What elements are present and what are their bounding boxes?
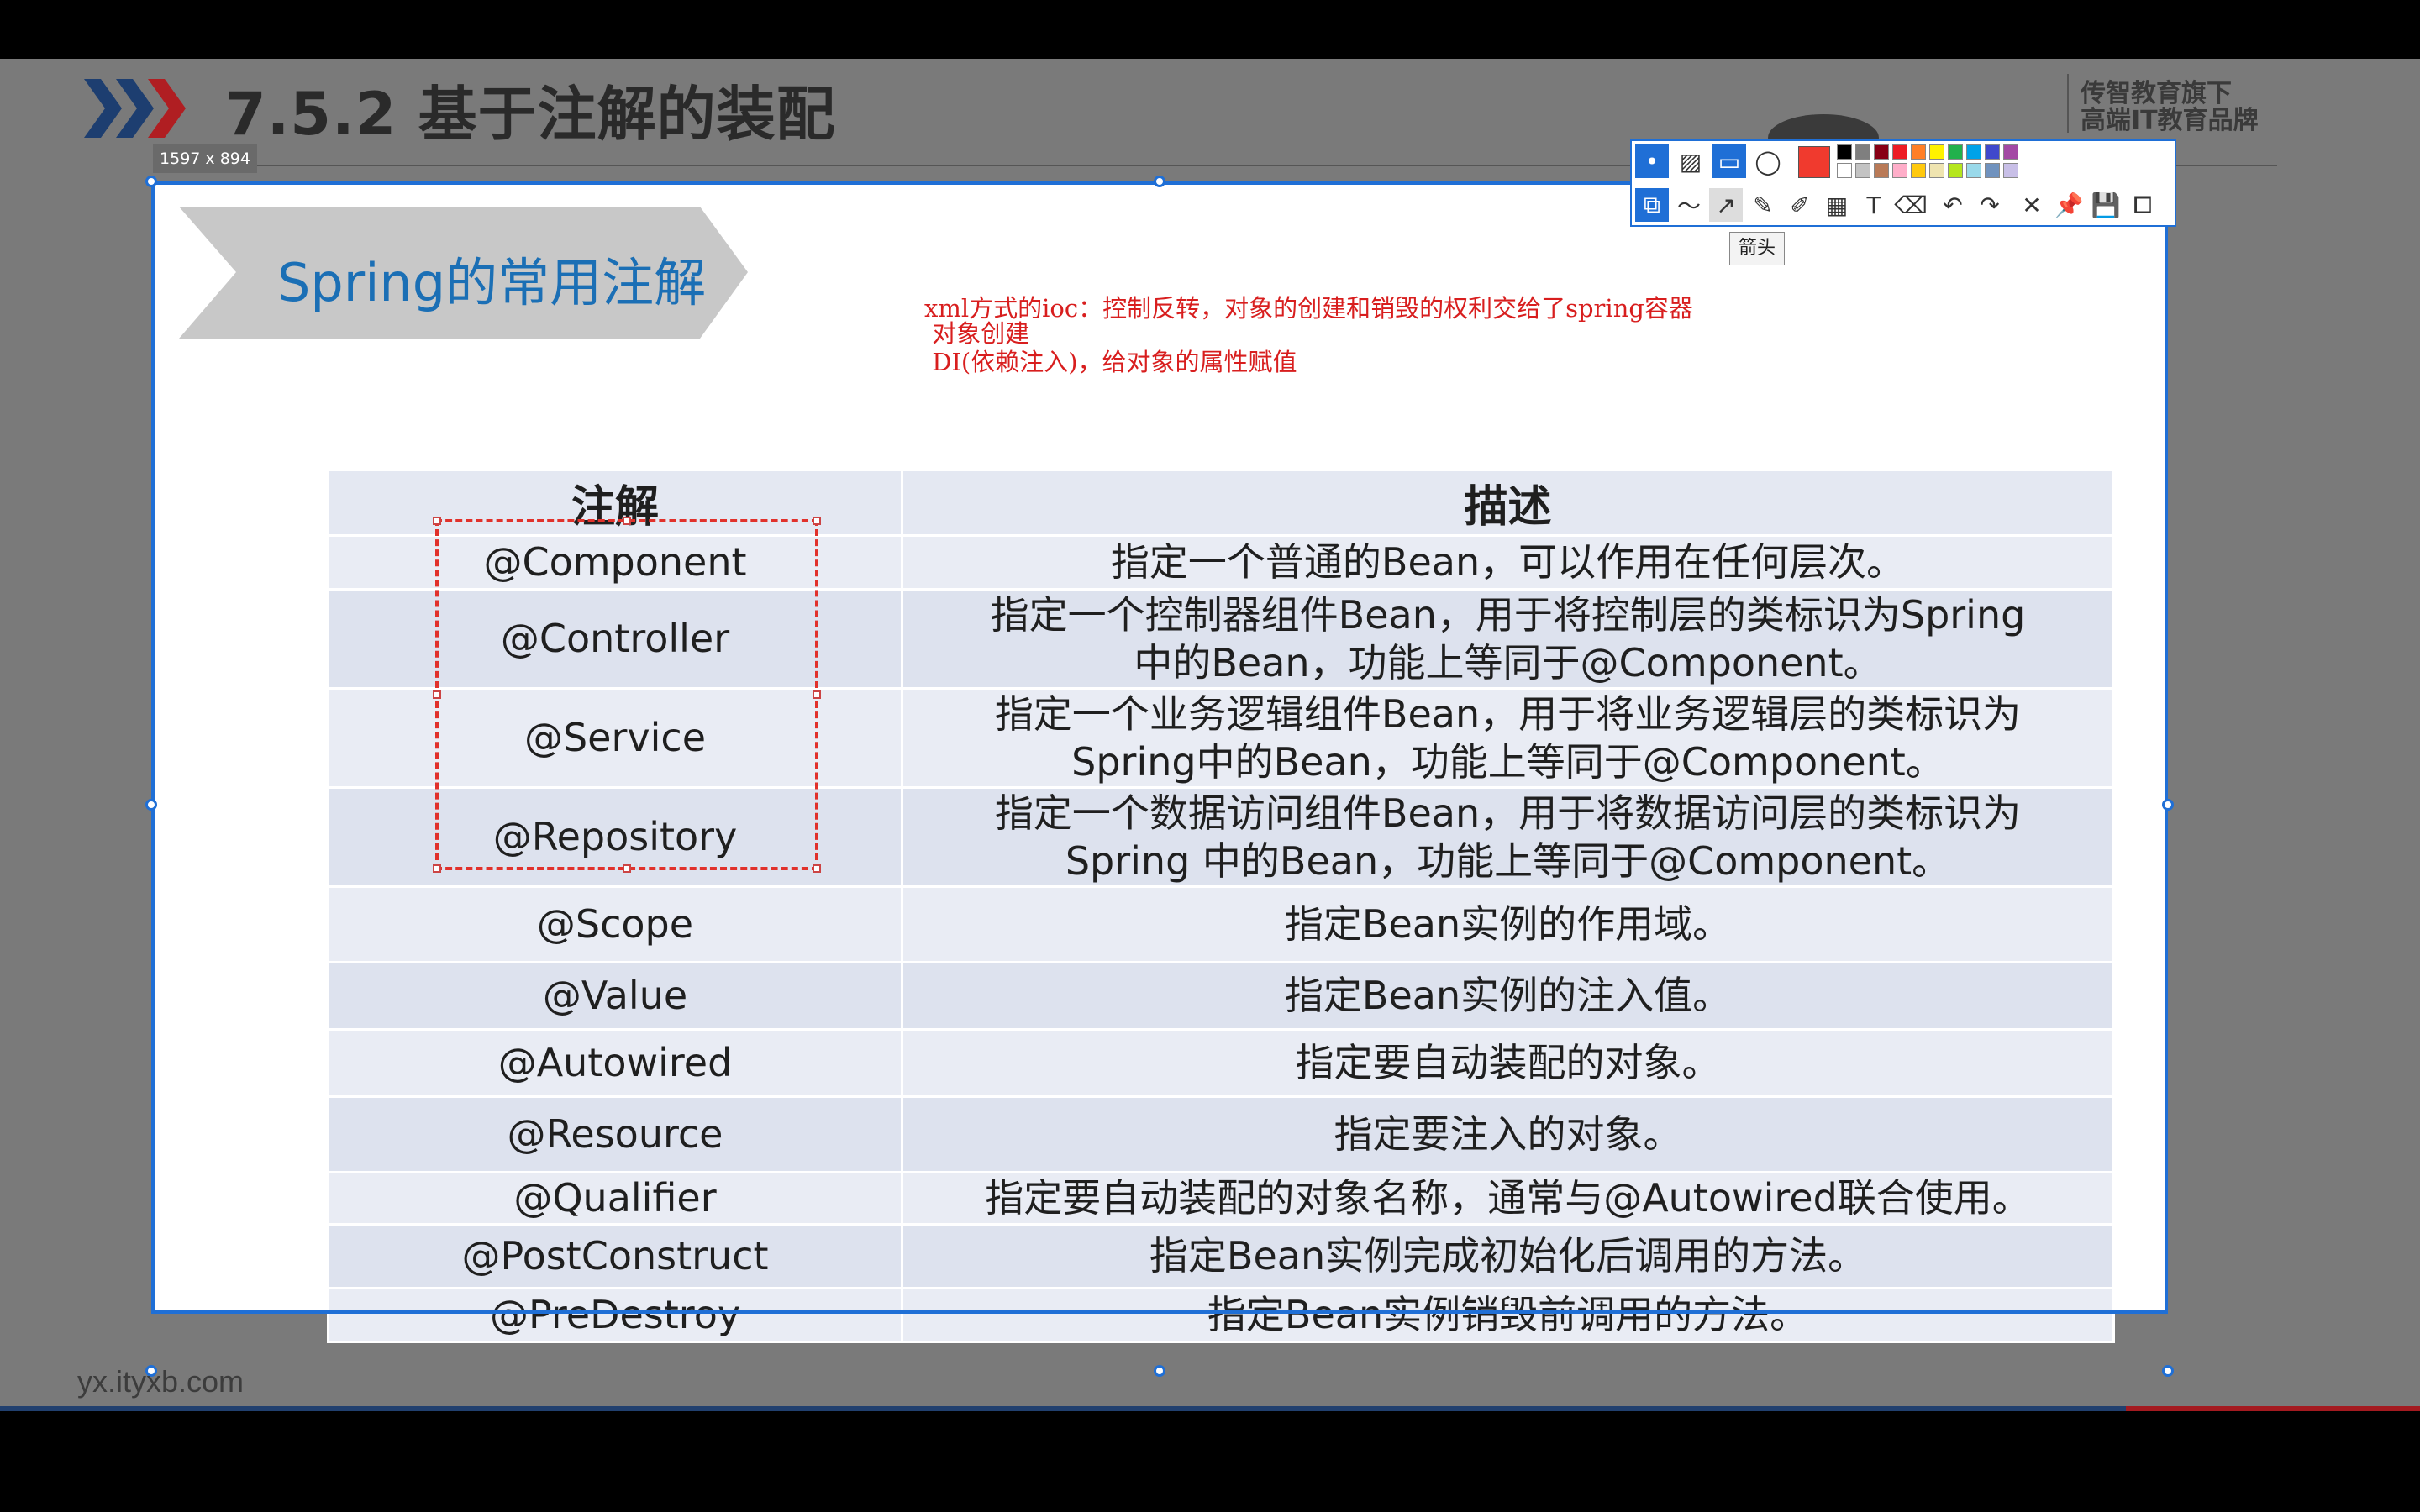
resize-handle[interactable]	[623, 517, 631, 525]
save-icon[interactable]: 💾	[2089, 188, 2123, 222]
resize-handle[interactable]	[433, 690, 441, 699]
polyline-icon[interactable]: 〜	[1672, 188, 1706, 222]
color-swatch[interactable]	[1966, 163, 1981, 178]
annotation-cell: @Scope	[327, 885, 903, 963]
selected-color-swatch[interactable]	[1798, 146, 1830, 178]
resize-handle[interactable]	[813, 864, 821, 873]
resize-handle[interactable]	[813, 690, 821, 699]
color-swatch[interactable]	[1855, 144, 1870, 160]
selection-handle[interactable]	[1154, 176, 1165, 187]
description-cell: 指定Bean实例的注入值。	[901, 961, 2115, 1031]
annotation-cell: @Value	[327, 961, 903, 1031]
pin-icon[interactable]: 📌	[2052, 188, 2086, 222]
table-row: @Autowired 指定要自动装配的对象。	[327, 1028, 2115, 1098]
hatch-fill-icon[interactable]: ▨	[1674, 144, 1707, 178]
color-swatch[interactable]	[1855, 163, 1870, 178]
mosaic-icon[interactable]: ▦	[1820, 188, 1854, 222]
selection-handle[interactable]	[1154, 1365, 1165, 1377]
color-swatch[interactable]	[1929, 163, 1944, 178]
arrow-icon[interactable]: ↗	[1709, 188, 1743, 222]
toolbar-row-tools: ⧉ 〜 ↗ ✎ ✐ ▦ T ⌫ ↶ ↷ ✕ 📌 💾 ⧠	[1632, 185, 2175, 227]
annotation-cell: @PostConstruct	[327, 1223, 903, 1289]
highlighter-icon[interactable]: ✐	[1783, 188, 1817, 222]
banner-title: Spring的常用注解	[277, 252, 707, 313]
rectangle-icon[interactable]: ▭	[1712, 144, 1746, 178]
brand-tagline-2: 高端IT教育品牌	[2081, 106, 2259, 135]
table-row: @PostConstruct 指定Bean实例完成初始化后调用的方法。	[327, 1223, 2115, 1289]
color-swatch[interactable]	[1837, 163, 1852, 178]
dimension-readout: 1597 x 894	[153, 144, 257, 173]
toolbar-row-shapes: • ▨ ▭ ◯	[1632, 141, 2175, 183]
table-row: @PreDestroy 指定Bean实例销毁前调用的方法。	[327, 1287, 2115, 1343]
select-region-icon[interactable]: ⧉	[1635, 188, 1669, 222]
dot-size-icon[interactable]: •	[1635, 144, 1669, 178]
table-row: @Value 指定Bean实例的注入值。	[327, 961, 2115, 1031]
color-swatch[interactable]	[2003, 144, 2018, 160]
pencil-icon[interactable]: ✎	[1746, 188, 1780, 222]
resize-handle[interactable]	[623, 864, 631, 873]
description-cell: 指定Bean实例完成初始化后调用的方法。	[901, 1223, 2115, 1289]
color-swatch[interactable]	[1892, 144, 1907, 160]
ellipse-icon[interactable]: ◯	[1751, 144, 1785, 178]
color-swatch[interactable]	[1837, 144, 1852, 160]
header-description: 描述	[901, 469, 2115, 537]
description-cell: 指定一个控制器组件Bean，用于将控制层的类标识为Spring 中的Bean，功…	[901, 588, 2115, 690]
undo-icon[interactable]: ↶	[1936, 188, 1970, 222]
description-cell: 指定一个数据访问组件Bean，用于将数据访问层的类标识为 Spring 中的Be…	[901, 786, 2115, 888]
drawn-rectangle[interactable]	[433, 517, 821, 873]
color-swatch[interactable]	[1985, 144, 2000, 160]
selection-handle[interactable]	[145, 799, 157, 811]
capture-toolbar: • ▨ ▭ ◯ ⧉ 〜 ↗ ✎ ✐ ▦ T ⌫ ↶ ↷ ✕ 📌 💾 ⧠	[1630, 139, 2176, 227]
eraser-icon[interactable]: ⌫	[1894, 188, 1928, 222]
color-swatch[interactable]	[1874, 144, 1889, 160]
table-row: @Scope 指定Bean实例的作用域。	[327, 885, 2115, 963]
color-swatch[interactable]	[1948, 163, 1963, 178]
note-line-1: xml方式的ioc：控制反转，对象的创建和销毁的权利交给了spring容器	[924, 294, 1693, 323]
note-line-3: DI(依赖注入)，给对象的属性赋值	[924, 348, 1297, 376]
color-swatch[interactable]	[2003, 163, 2018, 178]
footer-url: yx.ityxb.com	[77, 1364, 245, 1399]
table-row: @Qualifier 指定要自动装配的对象名称，通常与@Autowired联合使…	[327, 1171, 2115, 1226]
annotation-cell: @PreDestroy	[327, 1287, 903, 1343]
description-cell: 指定Bean实例销毁前调用的方法。	[901, 1287, 2115, 1343]
color-swatch[interactable]	[1892, 163, 1907, 178]
cancel-icon[interactable]: ✕	[2015, 188, 2049, 222]
tooltip: 箭头	[1729, 232, 1786, 265]
table-row: @Resource 指定要注入的对象。	[327, 1095, 2115, 1173]
redo-icon[interactable]: ↷	[1973, 188, 2007, 222]
color-swatch[interactable]	[1929, 144, 1944, 160]
description-cell: 指定要自动装配的对象名称，通常与@Autowired联合使用。	[901, 1171, 2115, 1226]
annotation-cell: @Resource	[327, 1095, 903, 1173]
annotation-cell: @Qualifier	[327, 1171, 903, 1226]
section-title: 7.5.2 基于注解的装配	[225, 80, 836, 149]
color-swatch[interactable]	[1911, 163, 1926, 178]
bottom-letterbox	[0, 1411, 2420, 1512]
color-swatch[interactable]	[1874, 163, 1889, 178]
brand-separator	[2067, 74, 2069, 133]
color-swatch[interactable]	[1911, 144, 1926, 160]
resize-handle[interactable]	[433, 864, 441, 873]
text-icon[interactable]: T	[1857, 188, 1891, 222]
selection-handle[interactable]	[2162, 1365, 2174, 1377]
resize-handle[interactable]	[433, 517, 441, 525]
color-swatch[interactable]	[1966, 144, 1981, 160]
chevrons-logo	[84, 79, 186, 138]
description-cell: 指定一个业务逻辑组件Bean，用于将业务逻辑层的类标识为 Spring中的Bea…	[901, 687, 2115, 789]
description-cell: 指定Bean实例的作用域。	[901, 885, 2115, 963]
color-swatch[interactable]	[1985, 163, 2000, 178]
description-cell: 指定一个普通的Bean，可以作用在任何层次。	[901, 534, 2115, 591]
description-cell: 指定要自动装配的对象。	[901, 1028, 2115, 1098]
selection-handle[interactable]	[2162, 799, 2174, 811]
color-palette	[1837, 144, 2039, 181]
top-letterbox	[0, 0, 2420, 59]
description-cell: 指定要注入的对象。	[901, 1095, 2115, 1173]
copy-icon[interactable]: ⧠	[2126, 188, 2160, 222]
selection-handle[interactable]	[145, 176, 157, 187]
chevron-1	[84, 79, 122, 138]
annotation-cell: @Autowired	[327, 1028, 903, 1098]
resize-handle[interactable]	[813, 517, 821, 525]
color-swatch[interactable]	[1948, 144, 1963, 160]
